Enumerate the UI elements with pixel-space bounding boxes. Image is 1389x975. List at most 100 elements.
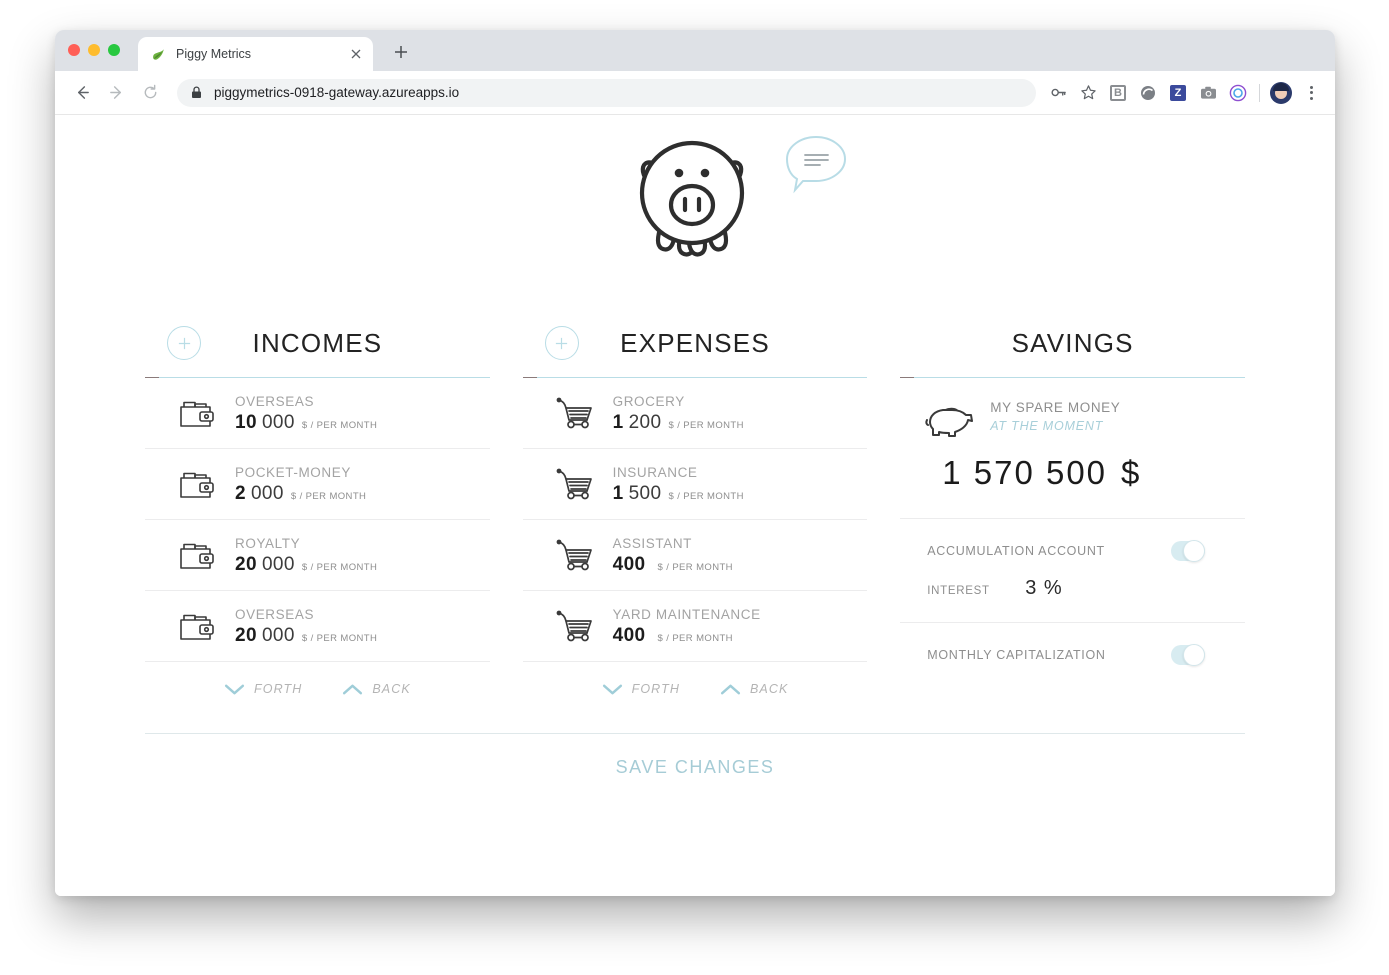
incomes-column: INCOMES OVERSEAS 10 000 $ / PER MONTH PO… (145, 315, 490, 716)
close-tab-icon[interactable] (347, 46, 364, 63)
minimize-window-button[interactable] (88, 44, 100, 56)
extension-icons: B Z (1044, 79, 1325, 107)
piggy-bank-logo[interactable] (633, 133, 751, 266)
income-amount-major: 20 (235, 554, 257, 575)
spring-leaf-icon (150, 46, 166, 62)
income-amount-major: 2 (235, 483, 246, 504)
profile-avatar[interactable] (1267, 79, 1295, 107)
z-extension-icon[interactable]: Z (1164, 79, 1192, 107)
income-row[interactable]: OVERSEAS 10 000 $ / PER MONTH (145, 378, 490, 449)
savings-column: SAVINGS MY SPARE MONEY AT THE MOMENT 1 5… (900, 315, 1246, 716)
savings-header-rule (900, 377, 1246, 378)
forward-icon[interactable] (101, 78, 131, 108)
expenses-title: EXPENSES (620, 327, 770, 358)
add-income-button[interactable] (167, 326, 201, 360)
toolbar-divider (1259, 83, 1260, 102)
chrome-menu-icon[interactable] (1297, 79, 1325, 107)
income-amount-unit: $ / PER MONTH (301, 633, 378, 644)
expense-title: ASSISTANT (612, 536, 693, 551)
new-tab-icon[interactable] (388, 39, 414, 65)
accumulation-block: ACCUMULATION ACCOUNT INTEREST 3 % (900, 519, 1246, 623)
income-amount-minor: 000 (250, 483, 284, 504)
capitalization-toggle[interactable] (1171, 644, 1206, 666)
income-row[interactable]: ROYALTY 20 000 $ / PER MONTH (145, 520, 490, 591)
incomes-header: INCOMES (145, 315, 490, 371)
expenses-pager: FORTH BACK (523, 662, 868, 716)
income-title: ROYALTY (235, 536, 301, 551)
incomes-forth-button[interactable]: FORTH (224, 682, 302, 696)
expenses-header: EXPENSES (523, 315, 868, 371)
circle-extension-icon[interactable] (1134, 79, 1162, 107)
browser-tab[interactable]: Piggy Metrics (138, 37, 373, 71)
logo-area (55, 115, 1335, 315)
add-expense-button[interactable] (544, 326, 579, 360)
column-gap (490, 315, 523, 716)
window-traffic-lights (68, 44, 120, 56)
back-icon[interactable] (67, 78, 97, 108)
income-title: POCKET-MONEY (235, 465, 351, 480)
savings-header: SAVINGS (900, 315, 1245, 371)
expense-title: YARD MAINTENANCE (612, 607, 761, 622)
income-amount-minor: 000 (261, 625, 295, 646)
shopping-cart-icon (537, 396, 613, 430)
income-amount-major: 10 (235, 412, 257, 433)
wallet-icon (159, 539, 235, 572)
income-title: OVERSEAS (235, 607, 315, 622)
accumulation-label: ACCUMULATION ACCOUNT (927, 544, 1105, 558)
savings-amount-value: 1 570 500 (942, 454, 1108, 491)
maximize-window-button[interactable] (108, 44, 120, 56)
expense-row[interactable]: GROCERY 1 200 $ / PER MONTH (522, 378, 868, 449)
income-amount-unit: $ / PER MONTH (301, 562, 378, 573)
password-key-icon[interactable] (1044, 79, 1072, 107)
close-window-button[interactable] (68, 44, 80, 56)
column-gap (867, 315, 900, 716)
incomes-forth-label: FORTH (254, 682, 303, 696)
expense-amount-major: 1 (612, 412, 624, 433)
expenses-back-button[interactable]: BACK (720, 682, 788, 696)
wallet-icon (159, 397, 235, 430)
columns-container: INCOMES OVERSEAS 10 000 $ / PER MONTH PO… (145, 315, 1246, 716)
shopping-cart-icon (537, 609, 613, 643)
expenses-forth-label: FORTH (631, 682, 680, 696)
reload-icon[interactable] (135, 78, 165, 108)
incomes-back-button[interactable]: BACK (342, 682, 410, 696)
expenses-back-label: BACK (749, 682, 789, 696)
interest-value[interactable]: 3 % (1025, 577, 1062, 600)
income-row[interactable]: OVERSEAS 20 000 $ / PER MONTH (145, 591, 490, 662)
expense-amount-unit: $ / PER MONTH (668, 491, 744, 502)
incomes-back-label: BACK (372, 682, 411, 696)
shopping-cart-icon (537, 538, 613, 572)
b-extension-icon[interactable]: B (1104, 79, 1132, 107)
expense-amount-unit: $ / PER MONTH (657, 633, 733, 644)
browser-window: Piggy Metrics piggymetrics-0918-gateway.… (55, 30, 1335, 896)
capitalization-block: MONTHLY CAPITALIZATION (900, 623, 1245, 687)
expense-row[interactable]: YARD MAINTENANCE 400 $ / PER MONTH (522, 591, 868, 662)
url-text: piggymetrics-0918-gateway.azureapps.io (214, 85, 460, 100)
browser-tabstrip: Piggy Metrics (55, 30, 1335, 71)
message-bubble-icon[interactable] (783, 133, 849, 200)
address-bar[interactable]: piggymetrics-0918-gateway.azureapps.io (177, 78, 1036, 107)
expense-amount-unit: $ / PER MONTH (668, 420, 744, 431)
expense-row[interactable]: INSURANCE 1 500 $ / PER MONTH (522, 449, 868, 520)
expense-title: GROCERY (612, 394, 685, 409)
expense-row[interactable]: ASSISTANT 400 $ / PER MONTH (522, 520, 868, 591)
save-changes-button[interactable]: SAVE CHANGES (145, 734, 1245, 778)
bookmark-star-icon[interactable] (1074, 79, 1102, 107)
expense-amount-major: 400 (612, 625, 646, 646)
savings-subtitle: AT THE MOMENT (990, 419, 1104, 433)
accumulation-toggle[interactable] (1171, 540, 1206, 562)
expense-amount-unit: $ / PER MONTH (657, 562, 733, 573)
target-extension-icon[interactable] (1224, 79, 1252, 107)
piggy-bank-side-icon (914, 398, 990, 442)
savings-account-name: MY SPARE MONEY (990, 400, 1121, 415)
shopping-cart-icon (537, 467, 613, 501)
savings-amount-row: 1 570 500 $ (914, 454, 1245, 492)
income-row[interactable]: POCKET-MONEY 2 000 $ / PER MONTH (145, 449, 490, 520)
camera-extension-icon[interactable] (1194, 79, 1222, 107)
expense-amount-major: 400 (612, 554, 646, 575)
expenses-header-rule (522, 377, 868, 378)
expenses-forth-button[interactable]: FORTH (602, 682, 680, 696)
income-amount-unit: $ / PER MONTH (301, 420, 378, 431)
expense-title: INSURANCE (612, 465, 698, 480)
screenshot-root: Piggy Metrics piggymetrics-0918-gateway.… (0, 0, 1389, 975)
